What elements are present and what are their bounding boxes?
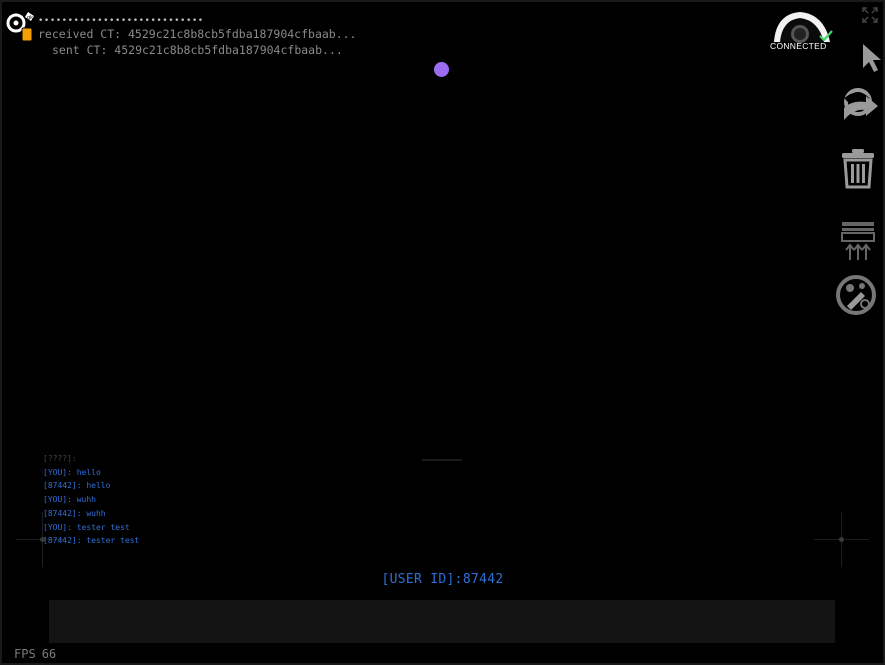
fps-value: 66: [41, 647, 57, 661]
svg-text:gk: gk: [27, 15, 33, 21]
cursor-icon[interactable]: [860, 42, 882, 74]
chat-input[interactable]: [49, 600, 835, 643]
connection-indicator: CONNECTED: [768, 8, 838, 54]
chat-message: [YOU]: hello: [43, 467, 101, 477]
fullscreen-icon[interactable]: [861, 6, 879, 24]
chat-message: [87442]: tester test: [43, 536, 140, 546]
upload-tray-icon[interactable]: [840, 220, 876, 262]
share-icon[interactable]: [840, 86, 880, 122]
key-icon: gk: [6, 12, 34, 42]
app-canvas[interactable]: gk •••••••••••••••••••••••••••• received…: [0, 0, 885, 665]
palette-icon[interactable]: [835, 274, 877, 316]
fps-label: FPS: [14, 647, 36, 661]
cursor-dot-marker: [434, 62, 449, 77]
trash-icon[interactable]: [840, 147, 876, 189]
connection-dial-icon: [774, 12, 833, 43]
chat-message: [YOU]: wuhh: [43, 495, 96, 505]
chat-message: [YOU]: tester test: [43, 522, 130, 532]
fps-counter: FPS 66: [14, 647, 62, 661]
connection-status-label: CONNECTED: [770, 41, 827, 51]
received-ciphertext: received CT: 4529c21c8b8cb5fdba187904cfb…: [38, 27, 357, 41]
chat-message: [87442]: wuhh: [43, 508, 106, 518]
masked-key-text: ••••••••••••••••••••••••••••: [38, 16, 204, 26]
user-id-label: [USER ID]:87442: [381, 572, 504, 587]
chat-message: [????]:: [43, 454, 77, 463]
chat-divider: [422, 459, 462, 461]
chat-message: [87442]: hello: [43, 481, 111, 491]
encryption-key-indicator[interactable]: gk: [6, 10, 36, 42]
chat-log: [????]: [YOU]: hello [87442]: hello [YOU…: [43, 452, 139, 548]
sent-ciphertext: sent CT: 4529c21c8b8cb5fdba187904cfbaab.…: [52, 43, 343, 57]
